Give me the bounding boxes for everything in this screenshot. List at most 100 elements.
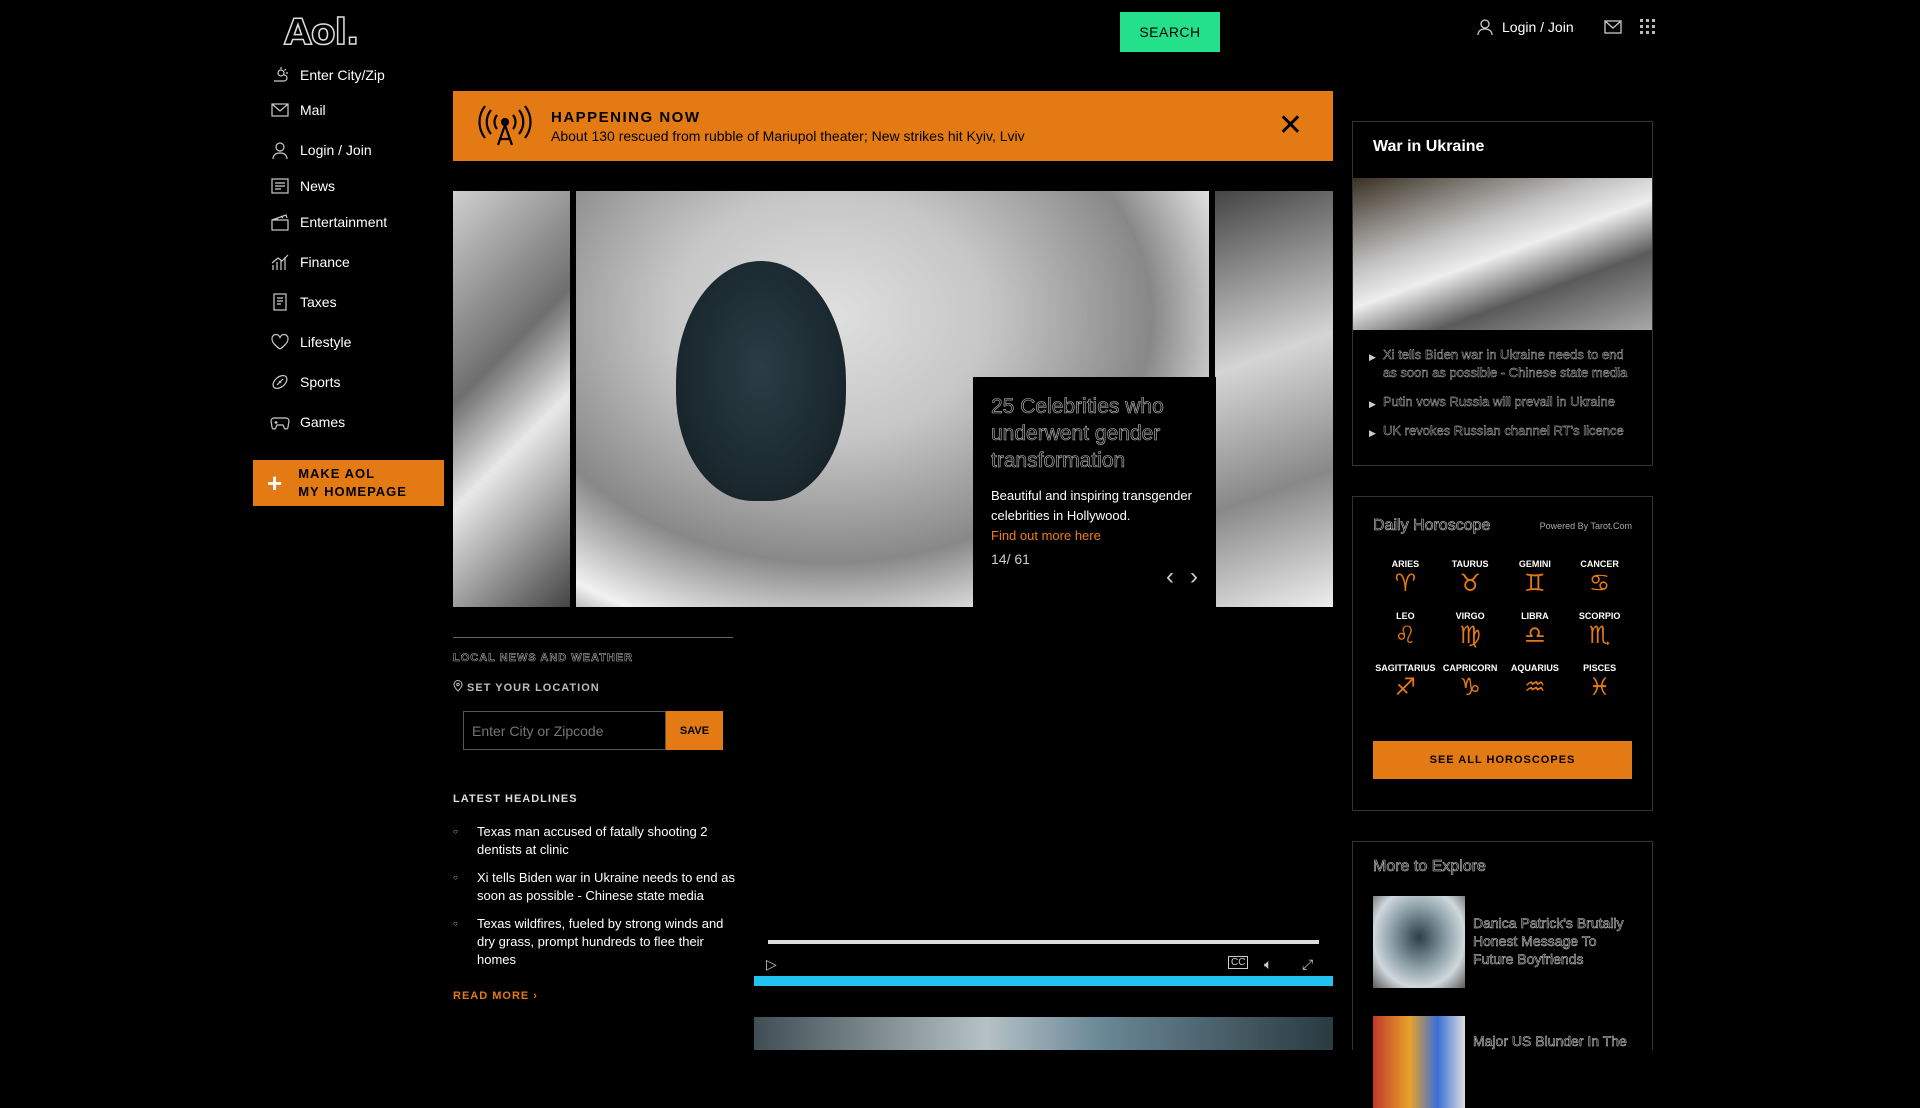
news-icon bbox=[270, 177, 290, 195]
ukraine-story[interactable]: Putin vows Russia will prevail in Ukrain… bbox=[1369, 393, 1636, 413]
explore-item-title: Major US Blunder In The bbox=[1473, 1033, 1627, 1050]
happening-now-banner[interactable]: HAPPENING NOW About 130 rescued from rub… bbox=[453, 91, 1333, 161]
sidebar-item-label: Games bbox=[300, 414, 346, 430]
volume-icon[interactable]: 🔈︎ bbox=[1264, 956, 1272, 973]
sidebar-item-mail[interactable]: Mail bbox=[270, 90, 450, 130]
more-to-explore-panel: More to Explore Danica Patrick's Brutall… bbox=[1352, 841, 1653, 1108]
sidebar-item-label: Taxes bbox=[300, 294, 337, 310]
gamepad-icon bbox=[270, 413, 290, 431]
sign-scorpio[interactable]: SCORPIO ♏ bbox=[1567, 611, 1632, 651]
sidebar-item-games[interactable]: Games bbox=[270, 402, 450, 442]
sidebar-item-label: Entertainment bbox=[300, 214, 388, 230]
sign-name: AQUARIUS bbox=[1510, 663, 1559, 673]
zipcode-input[interactable] bbox=[463, 711, 666, 750]
see-all-horoscopes-button[interactable]: SEE ALL HOROSCOPES bbox=[1373, 741, 1632, 779]
carousel-prev-slide[interactable] bbox=[453, 191, 570, 607]
explore-thumbnail bbox=[1373, 896, 1465, 988]
pisces-icon: ♓ bbox=[1588, 674, 1611, 701]
sign-gemini[interactable]: GEMINI ♊ bbox=[1503, 559, 1568, 599]
play-icon[interactable]: ▷ bbox=[766, 956, 777, 973]
clapper-icon bbox=[270, 213, 290, 231]
apps-grid-icon[interactable] bbox=[1639, 19, 1656, 35]
save-location-button[interactable]: SAVE bbox=[666, 711, 723, 750]
broadcast-icon bbox=[475, 105, 535, 147]
sidebar-item-finance[interactable]: Finance bbox=[270, 242, 450, 282]
powered-by-label: Powered By Tarot.Com bbox=[1539, 521, 1632, 531]
ukraine-story[interactable]: UK revokes Russian channel RT's licence bbox=[1369, 422, 1636, 442]
carousel-title[interactable]: 25 Celebrities who underwent gender tran… bbox=[991, 393, 1198, 474]
sidebar-item-entertainment[interactable]: Entertainment bbox=[270, 202, 450, 242]
horoscope-title: Daily Horoscope bbox=[1373, 517, 1491, 535]
banner-headline[interactable]: About 130 rescued from rubble of Mariupo… bbox=[551, 128, 1025, 144]
sidebar-item-label: News bbox=[300, 178, 336, 194]
read-more-link[interactable]: READ MORE › bbox=[453, 990, 538, 1002]
sidebar-item-lifestyle[interactable]: Lifestyle bbox=[270, 322, 450, 362]
sign-virgo[interactable]: VIRGO ♍ bbox=[1438, 611, 1503, 651]
celebrity-photo bbox=[676, 261, 846, 501]
location-form: SAVE bbox=[463, 711, 723, 750]
sidebar-item-label: Enter City/Zip bbox=[300, 67, 385, 83]
sidebar-item-label: Lifestyle bbox=[300, 334, 352, 350]
taurus-icon: ♉ bbox=[1459, 570, 1481, 597]
sidebar-item-sports[interactable]: Sports bbox=[270, 362, 450, 402]
user-icon bbox=[270, 141, 290, 159]
sidebar-item-taxes[interactable]: Taxes bbox=[270, 282, 450, 322]
sign-capricorn[interactable]: CAPRICORN ♑ bbox=[1438, 663, 1503, 703]
headline-item[interactable]: Texas wildfires, fueled by strong winds … bbox=[453, 915, 743, 969]
libra-icon: ♎ bbox=[1524, 622, 1546, 649]
sign-pisces[interactable]: PISCES ♓ bbox=[1567, 663, 1632, 703]
search-button[interactable]: SEARCH bbox=[1120, 12, 1220, 52]
make-homepage-button[interactable]: + MAKE AOL MY HOMEPAGE bbox=[253, 460, 444, 506]
header-account-area: Login / Join bbox=[1476, 18, 1656, 36]
daily-horoscope-panel: Daily Horoscope Powered By Tarot.Com ARI… bbox=[1352, 496, 1653, 811]
sign-leo[interactable]: LEO ♌ bbox=[1373, 611, 1438, 651]
sign-sagittarius[interactable]: SAGITTARIUS ♐ bbox=[1373, 663, 1438, 703]
user-icon[interactable] bbox=[1476, 18, 1494, 36]
location-pin-icon bbox=[453, 680, 463, 695]
header-login-link[interactable]: Login / Join bbox=[1502, 19, 1574, 35]
explore-item[interactable]: Major US Blunder In The bbox=[1373, 1016, 1633, 1108]
headline-item[interactable]: Xi tells Biden war in Ukraine needs to e… bbox=[453, 869, 743, 905]
video-progress-bar[interactable] bbox=[768, 940, 1319, 944]
carousel-link[interactable]: Find out more here bbox=[991, 528, 1198, 543]
sign-name: PISCES bbox=[1583, 663, 1617, 673]
sidebar-item-news[interactable]: News bbox=[270, 170, 450, 202]
explore-item-title: Danica Patrick's Brutally Honest Message… bbox=[1473, 915, 1624, 968]
sidebar-item-label: Login / Join bbox=[300, 142, 372, 158]
sign-cancer[interactable]: CANCER ♋ bbox=[1567, 559, 1632, 599]
sidebar-item-weather[interactable]: Enter City/Zip bbox=[270, 60, 450, 90]
close-icon[interactable]: ✕ bbox=[1278, 111, 1303, 141]
sidebar-item-login[interactable]: Login / Join bbox=[270, 130, 450, 170]
set-location-label: SET YOUR LOCATION bbox=[453, 680, 733, 695]
sign-aquarius[interactable]: AQUARIUS ♒ bbox=[1503, 663, 1568, 703]
local-news-section: LOCAL NEWS AND WEATHER SET YOUR LOCATION bbox=[453, 637, 733, 695]
aol-logo[interactable]: Aol. bbox=[283, 11, 360, 54]
carousel-caption: 25 Celebrities who underwent gender tran… bbox=[973, 377, 1216, 607]
ukraine-story[interactable]: Xi tells Biden war in Ukraine needs to e… bbox=[1369, 346, 1636, 382]
aries-icon: ♈ bbox=[1394, 570, 1417, 597]
capricorn-icon: ♑ bbox=[1459, 674, 1481, 701]
chevron-right-icon[interactable]: › bbox=[1190, 563, 1198, 591]
video-thumbnail[interactable] bbox=[754, 1017, 1333, 1050]
carousel-next-slide[interactable] bbox=[1215, 191, 1333, 607]
taxes-icon bbox=[270, 293, 290, 311]
closed-captions-button[interactable]: CC bbox=[1228, 956, 1249, 969]
sign-name: GEMINI bbox=[1518, 559, 1551, 569]
sign-taurus[interactable]: TAURUS ♉ bbox=[1438, 559, 1503, 599]
explore-item[interactable]: Danica Patrick's Brutally Honest Message… bbox=[1373, 896, 1633, 988]
chevron-left-icon[interactable]: ‹ bbox=[1166, 563, 1174, 591]
ukraine-photo[interactable] bbox=[1353, 178, 1652, 330]
sign-libra[interactable]: LIBRA ♎ bbox=[1503, 611, 1568, 651]
fullscreen-icon[interactable]: ⤢ bbox=[1302, 956, 1313, 973]
sign-name: CAPRICORN bbox=[1442, 663, 1498, 673]
mail-icon[interactable] bbox=[1603, 20, 1622, 34]
video-player-controls: ▷ CC 🔈︎ ⤢ bbox=[754, 925, 1333, 986]
sign-name: TAURUS bbox=[1451, 559, 1489, 569]
set-location-text: SET YOUR LOCATION bbox=[467, 681, 600, 694]
sign-aries[interactable]: ARIES ♈ bbox=[1373, 559, 1438, 599]
sign-name: LEO bbox=[1396, 611, 1415, 621]
mail-icon bbox=[270, 101, 290, 119]
football-icon bbox=[270, 373, 290, 391]
explore-thumbnail bbox=[1373, 1016, 1465, 1108]
headline-item[interactable]: Texas man accused of fatally shooting 2 … bbox=[453, 823, 743, 859]
